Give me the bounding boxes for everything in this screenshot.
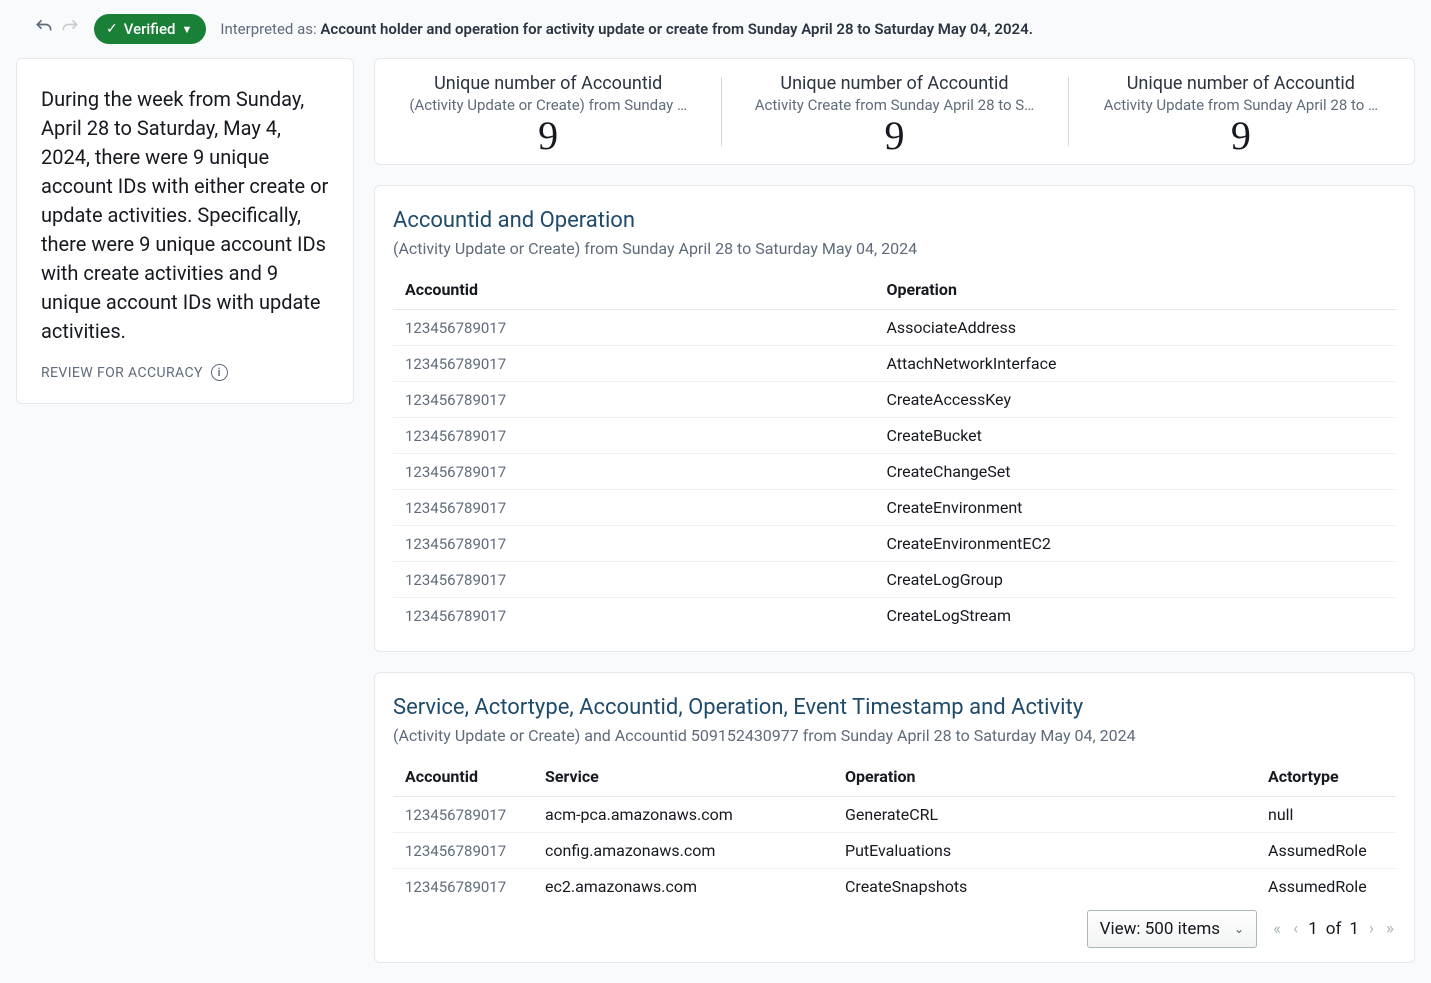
interpreted-text: Account holder and operation for activit… bbox=[320, 20, 1033, 38]
cell-accountid: 123456789017 bbox=[393, 418, 874, 454]
metric-title: Unique number of Accountid bbox=[743, 73, 1045, 94]
metric-value: 9 bbox=[743, 116, 1045, 156]
cell-accountid: 123456789017 bbox=[393, 382, 874, 418]
metric-value: 9 bbox=[1090, 116, 1392, 156]
panel1-title: Accountid and Operation bbox=[393, 208, 1396, 233]
cell-accountid: 123456789017 bbox=[393, 562, 874, 598]
review-for-accuracy[interactable]: REVIEW FOR ACCURACY i bbox=[41, 364, 329, 381]
metric-sub: Activity Create from Sunday April 28 to … bbox=[743, 96, 1045, 114]
view-label: View: 500 items bbox=[1100, 919, 1220, 939]
panel-accountid-operation: Accountid and Operation (Activity Update… bbox=[374, 185, 1415, 652]
metrics-card: Unique number of Accountid (Activity Upda… bbox=[374, 58, 1415, 165]
table-row[interactable]: 123456789017CreateLogGroup bbox=[393, 562, 1396, 598]
page-sep: of bbox=[1326, 919, 1342, 939]
cell-operation: CreateChangeSet bbox=[874, 454, 1396, 490]
page-total: 1 bbox=[1349, 919, 1359, 939]
metric-title: Unique number of Accountid bbox=[397, 73, 699, 94]
cell-accountid: 123456789017 bbox=[393, 346, 874, 382]
info-icon: i bbox=[211, 364, 228, 381]
metric-sub: (Activity Update or Create) from Sunday … bbox=[397, 96, 699, 114]
metric-sub: Activity Update from Sunday April 28 to … bbox=[1090, 96, 1392, 114]
cell-operation: CreateAccessKey bbox=[874, 382, 1396, 418]
cell-accountid: 123456789017 bbox=[393, 490, 874, 526]
cell-accountid: 123456789017 bbox=[393, 310, 874, 346]
table-row[interactable]: 123456789017CreateChangeSet bbox=[393, 454, 1396, 490]
cell-operation: AttachNetworkInterface bbox=[874, 346, 1396, 382]
table-row[interactable]: 123456789017AssociateAddress bbox=[393, 310, 1396, 346]
panel2-table: Accountid Service Operation Actortype 12… bbox=[393, 759, 1396, 904]
col-actortype[interactable]: Actortype bbox=[1256, 759, 1396, 797]
cell-operation: CreateLogStream bbox=[874, 598, 1396, 634]
col-service[interactable]: Service bbox=[533, 759, 833, 797]
redo-icon[interactable] bbox=[60, 17, 80, 41]
table-row[interactable]: 123456789017CreateEnvironment bbox=[393, 490, 1396, 526]
summary-text: During the week from Sunday, April 28 to… bbox=[41, 85, 329, 346]
topbar: ✓ Verified ▼ Interpreted as: Account hol… bbox=[0, 0, 1431, 58]
cell-service: acm-pca.amazonaws.com bbox=[533, 797, 833, 833]
pager: View: 500 items ⌄ « ‹ 1 of 1 › » bbox=[1083, 906, 1400, 952]
col-accountid[interactable]: Accountid bbox=[393, 272, 874, 310]
metric-title: Unique number of Accountid bbox=[1090, 73, 1392, 94]
view-items-select[interactable]: View: 500 items ⌄ bbox=[1087, 910, 1257, 948]
panel2-title: Service, Actortype, Accountid, Operation… bbox=[393, 695, 1396, 720]
col-accountid-2[interactable]: Accountid bbox=[393, 759, 533, 797]
table-row[interactable]: 123456789017ec2.amazonaws.comCreateSnaps… bbox=[393, 869, 1396, 905]
cell-operation: CreateEnvironment bbox=[874, 490, 1396, 526]
cell-accountid: 123456789017 bbox=[393, 454, 874, 490]
table-row[interactable]: 123456789017CreateBucket bbox=[393, 418, 1396, 454]
cell-operation: AssociateAddress bbox=[874, 310, 1396, 346]
table-row[interactable]: 123456789017acm-pca.amazonaws.comGenerat… bbox=[393, 797, 1396, 833]
cell-operation: CreateLogGroup bbox=[874, 562, 1396, 598]
interpreted-prefix: Interpreted as: bbox=[220, 20, 316, 38]
table-row[interactable]: 123456789017CreateEnvironmentEC2 bbox=[393, 526, 1396, 562]
metric-2: Unique number of Accountid Activity Updat… bbox=[1068, 73, 1414, 156]
table-row[interactable]: 123456789017CreateAccessKey bbox=[393, 382, 1396, 418]
metric-0: Unique number of Accountid (Activity Upda… bbox=[375, 73, 721, 156]
cell-actortype: AssumedRole bbox=[1256, 833, 1396, 869]
page-prev-icon[interactable]: ‹ bbox=[1291, 919, 1300, 939]
verified-dropdown[interactable]: ✓ Verified ▼ bbox=[94, 14, 206, 44]
interpreted-as: Interpreted as: Account holder and opera… bbox=[220, 20, 1033, 38]
cell-operation: CreateBucket bbox=[874, 418, 1396, 454]
cell-actortype: AssumedRole bbox=[1256, 869, 1396, 905]
table-row[interactable]: 123456789017AttachNetworkInterface bbox=[393, 346, 1396, 382]
cell-service: config.amazonaws.com bbox=[533, 833, 833, 869]
table-row[interactable]: 123456789017CreateLogStream bbox=[393, 598, 1396, 634]
panel1-table: Accountid Operation 123456789017Associat… bbox=[393, 272, 1396, 633]
col-operation-2[interactable]: Operation bbox=[833, 759, 1256, 797]
panel1-sub: (Activity Update or Create) from Sunday … bbox=[393, 239, 1396, 258]
page-first-icon[interactable]: « bbox=[1271, 919, 1283, 939]
cell-accountid: 123456789017 bbox=[393, 526, 874, 562]
col-operation[interactable]: Operation bbox=[874, 272, 1396, 310]
chevron-down-icon: ▼ bbox=[182, 23, 193, 36]
panel2-sub: (Activity Update or Create) and Accounti… bbox=[393, 726, 1396, 745]
cell-accountid: 123456789017 bbox=[393, 598, 874, 634]
pager-arrows: « ‹ 1 of 1 › » bbox=[1271, 919, 1396, 939]
cell-actortype: null bbox=[1256, 797, 1396, 833]
check-icon: ✓ bbox=[106, 21, 118, 37]
summary-card: During the week from Sunday, April 28 to… bbox=[16, 58, 354, 404]
panel-service-actortype: Service, Actortype, Accountid, Operation… bbox=[374, 672, 1415, 963]
undo-redo-group bbox=[34, 17, 80, 41]
cell-accountid: 123456789017 bbox=[393, 869, 533, 905]
cell-operation: PutEvaluations bbox=[833, 833, 1256, 869]
cell-operation: CreateSnapshots bbox=[833, 869, 1256, 905]
cell-operation: GenerateCRL bbox=[833, 797, 1256, 833]
verified-label: Verified bbox=[124, 20, 176, 38]
page-next-icon[interactable]: › bbox=[1367, 919, 1376, 939]
cell-service: ec2.amazonaws.com bbox=[533, 869, 833, 905]
cell-accountid: 123456789017 bbox=[393, 833, 533, 869]
metric-1: Unique number of Accountid Activity Creat… bbox=[721, 73, 1067, 156]
page-current: 1 bbox=[1308, 919, 1318, 939]
cell-operation: CreateEnvironmentEC2 bbox=[874, 526, 1396, 562]
metric-value: 9 bbox=[397, 116, 699, 156]
cell-accountid: 123456789017 bbox=[393, 797, 533, 833]
page-last-icon[interactable]: » bbox=[1384, 919, 1396, 939]
chevron-down-icon: ⌄ bbox=[1234, 922, 1244, 936]
table-row[interactable]: 123456789017config.amazonaws.comPutEvalu… bbox=[393, 833, 1396, 869]
undo-icon[interactable] bbox=[34, 17, 54, 41]
review-label: REVIEW FOR ACCURACY bbox=[41, 365, 203, 381]
